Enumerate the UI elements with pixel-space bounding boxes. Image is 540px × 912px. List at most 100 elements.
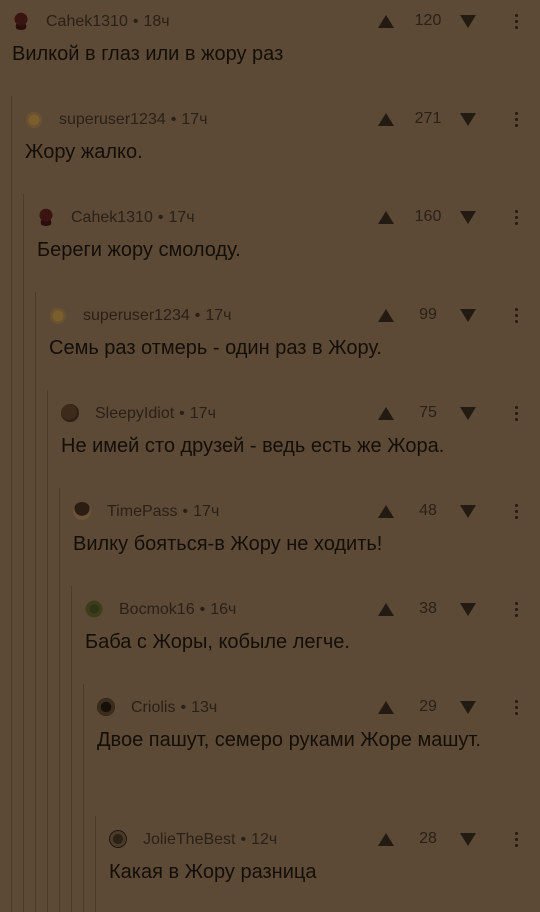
arrow-up-icon[interactable] bbox=[378, 15, 394, 28]
comment-time: 17ч bbox=[181, 111, 208, 128]
comment-score: 38 bbox=[419, 600, 437, 617]
author-name[interactable]: superuser1234 bbox=[83, 307, 190, 324]
cake-avatar[interactable] bbox=[49, 306, 67, 324]
comment: JolieTheBest • 12ч 28 Какая в Жору разница bbox=[109, 826, 540, 889]
arrow-up-icon[interactable] bbox=[378, 309, 394, 322]
arrow-up-icon[interactable] bbox=[378, 407, 394, 420]
skull-avatar[interactable] bbox=[37, 208, 55, 226]
author-name[interactable]: JolieTheBest bbox=[143, 831, 236, 848]
comment-header: superuser1234 • 17ч 271 bbox=[25, 106, 540, 130]
comment-text: Вилкой в глаз или в жору раз bbox=[12, 43, 284, 65]
arrow-down-icon[interactable] bbox=[460, 211, 476, 224]
comment-text: Береги жору смолоду. bbox=[37, 239, 241, 261]
hair-avatar[interactable] bbox=[73, 502, 91, 520]
author-meta: SleepyIdiot • 17ч bbox=[95, 405, 216, 423]
separator-dot: • bbox=[199, 601, 206, 618]
comment-time: 13ч bbox=[191, 699, 218, 716]
more-vertical-icon[interactable] bbox=[515, 832, 519, 847]
more-vertical-icon[interactable] bbox=[515, 602, 519, 617]
comment-score: 28 bbox=[419, 830, 437, 847]
comment-header: Criolis • 13ч 29 bbox=[97, 694, 540, 718]
vote-controls: 28 bbox=[370, 829, 490, 849]
comment: SleepyIdiot • 17ч 75 Не имей сто друзей - ве… bbox=[61, 400, 540, 463]
comment-header: Cahek1310 • 18ч 120 bbox=[12, 8, 540, 32]
author-name[interactable]: Bocmok16 bbox=[119, 601, 195, 618]
comment: Cahek1310 • 18ч 120 Вилкой в глаз или в жору… bbox=[12, 8, 540, 71]
cake-avatar[interactable] bbox=[25, 110, 43, 128]
comment-time: 12ч bbox=[251, 831, 278, 848]
separator-dot: • bbox=[182, 503, 189, 520]
comment-text: Какая в Жору разница bbox=[109, 861, 317, 883]
comment-time: 17ч bbox=[168, 209, 195, 226]
arrow-up-icon[interactable] bbox=[378, 505, 394, 518]
more-vertical-icon[interactable] bbox=[515, 700, 519, 715]
thread-line bbox=[71, 586, 72, 912]
separator-dot: • bbox=[132, 13, 139, 30]
arrow-down-icon[interactable] bbox=[460, 603, 476, 616]
vote-controls: 99 bbox=[370, 305, 490, 325]
green-avatar[interactable] bbox=[85, 600, 103, 618]
face-avatar[interactable] bbox=[61, 404, 79, 422]
skull-avatar[interactable] bbox=[12, 12, 30, 30]
vote-controls: 48 bbox=[370, 501, 490, 521]
author-name[interactable]: superuser1234 bbox=[59, 111, 166, 128]
comment-header: Cahek1310 • 17ч 160 bbox=[37, 204, 540, 228]
arrow-up-icon[interactable] bbox=[378, 603, 394, 616]
arrow-down-icon[interactable] bbox=[460, 505, 476, 518]
thread-line bbox=[95, 816, 96, 912]
author-name[interactable]: SleepyIdiot bbox=[95, 405, 174, 422]
vote-controls: 75 bbox=[370, 403, 490, 423]
more-vertical-icon[interactable] bbox=[515, 210, 519, 225]
comment-thread: Cahek1310 • 18ч 120 Вилкой в глаз или в жору… bbox=[0, 0, 540, 912]
gear-avatar[interactable] bbox=[109, 830, 127, 848]
author-meta: Cahek1310 • 17ч bbox=[71, 209, 195, 227]
arrow-down-icon[interactable] bbox=[460, 701, 476, 714]
author-meta: JolieTheBest • 12ч bbox=[143, 831, 277, 849]
arrow-up-icon[interactable] bbox=[378, 701, 394, 714]
thread-line bbox=[83, 684, 84, 912]
author-meta: TimePass • 17ч bbox=[107, 503, 219, 521]
more-vertical-icon[interactable] bbox=[515, 308, 519, 323]
author-name[interactable]: Cahek1310 bbox=[71, 209, 153, 226]
separator-dot: • bbox=[179, 405, 185, 422]
comment-score: 160 bbox=[414, 208, 442, 225]
separator-dot: • bbox=[240, 831, 247, 848]
comment-text: Семь раз отмерь - один раз в Жору. bbox=[49, 337, 382, 359]
vote-controls: 120 bbox=[370, 11, 490, 31]
separator-dot: • bbox=[180, 699, 187, 716]
more-vertical-icon[interactable] bbox=[515, 14, 519, 29]
comment-text: Двое пашут, семеро руками Жоре машут. bbox=[97, 729, 481, 751]
arrow-down-icon[interactable] bbox=[460, 407, 476, 420]
arrow-down-icon[interactable] bbox=[460, 309, 476, 322]
thread-line bbox=[35, 292, 36, 912]
comment-score: 48 bbox=[419, 502, 437, 519]
more-vertical-icon[interactable] bbox=[515, 112, 519, 127]
arrow-up-icon[interactable] bbox=[378, 833, 394, 846]
more-vertical-icon[interactable] bbox=[515, 406, 519, 421]
author-name[interactable]: Criolis bbox=[131, 699, 175, 716]
arrow-down-icon[interactable] bbox=[460, 15, 476, 28]
thread-line bbox=[23, 194, 24, 912]
comment-header: Bocmok16 • 16ч 38 bbox=[85, 596, 540, 620]
dark-avatar[interactable] bbox=[97, 698, 115, 716]
author-meta: Bocmok16 • 16ч bbox=[119, 601, 236, 619]
arrow-up-icon[interactable] bbox=[378, 211, 394, 224]
separator-dot: • bbox=[157, 209, 164, 226]
thread-line bbox=[59, 488, 60, 912]
comment-time: 16ч bbox=[210, 601, 237, 618]
arrow-down-icon[interactable] bbox=[460, 833, 476, 846]
comment-time: 17ч bbox=[189, 405, 216, 422]
comment: Bocmok16 • 16ч 38 Баба с Жоры, кобыле легче. bbox=[85, 596, 540, 659]
comment-time: 18ч bbox=[143, 13, 170, 30]
comment-header: SleepyIdiot • 17ч 75 bbox=[61, 400, 540, 424]
arrow-down-icon[interactable] bbox=[460, 113, 476, 126]
arrow-up-icon[interactable] bbox=[378, 113, 394, 126]
separator-dot: • bbox=[194, 307, 201, 324]
author-name[interactable]: TimePass bbox=[107, 503, 178, 520]
comment-score: 75 bbox=[419, 404, 437, 421]
comment: TimePass • 17ч 48 Вилку бояться-в Жору не хо… bbox=[73, 498, 540, 561]
vote-controls: 38 bbox=[370, 599, 490, 619]
more-vertical-icon[interactable] bbox=[515, 504, 519, 519]
author-name[interactable]: Cahek1310 bbox=[46, 13, 128, 30]
comment-text: Не имей сто друзей - ведь есть же Жора. bbox=[61, 435, 445, 457]
